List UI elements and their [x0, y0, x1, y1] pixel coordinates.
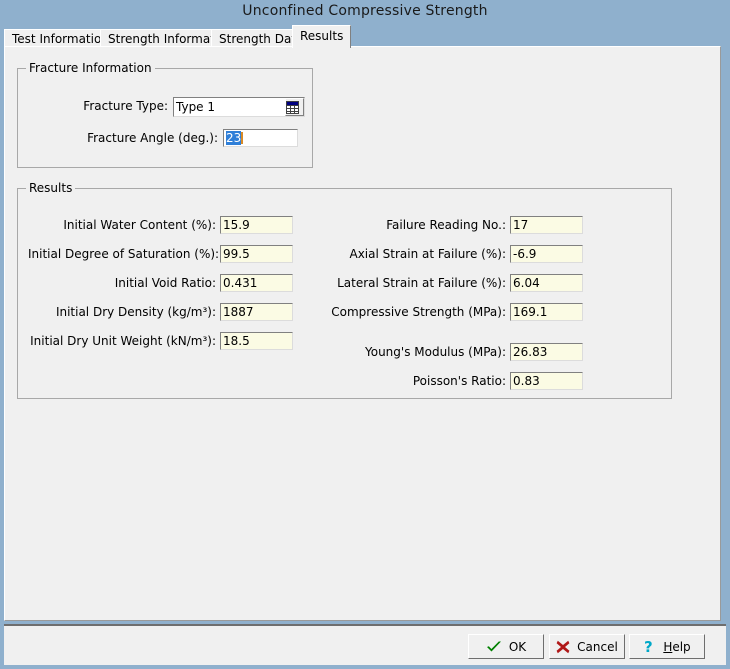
tab-bar: Test Information Strength Information St… [4, 25, 726, 47]
cancel-button-label: Cancel [577, 640, 618, 654]
dialog-window: Unconfined Compressive Strength Test Inf… [0, 0, 730, 669]
initial-degree-saturation-input[interactable]: 99.5 [220, 245, 293, 263]
failure-reading-no-input[interactable]: 17 [510, 216, 583, 234]
ok-button[interactable]: OK [468, 634, 544, 659]
compressive-strength-label: Compressive Strength (MPa): [318, 304, 506, 320]
tab-results[interactable]: Results [292, 25, 351, 48]
initial-water-content-input[interactable]: 15.9 [220, 216, 293, 234]
axial-strain-failure-label: Axial Strain at Failure (%): [318, 246, 506, 262]
fracture-angle-input[interactable]: 23 [223, 129, 298, 147]
failure-reading-no-label: Failure Reading No.: [318, 217, 506, 233]
initial-dry-density-label: Initial Dry Density (kg/m³): [28, 304, 216, 320]
fracture-information-group: Fracture Information Fracture Type: Type… [17, 68, 313, 168]
fracture-information-title: Fracture Information [26, 61, 155, 75]
grid-icon [286, 101, 303, 114]
fracture-angle-label: Fracture Angle (deg.): [28, 130, 218, 146]
fracture-type-picker-button[interactable] [285, 98, 304, 116]
question-icon: ? [643, 639, 656, 655]
lateral-strain-failure-label: Lateral Strain at Failure (%): [318, 275, 506, 291]
window-title: Unconfined Compressive Strength [0, 0, 730, 22]
results-group: Results Initial Water Content (%): Initi… [17, 188, 672, 399]
initial-void-ratio-input[interactable]: 0.431 [220, 274, 293, 292]
youngs-modulus-input[interactable]: 26.83 [510, 343, 583, 361]
help-button-rest: elp [672, 640, 690, 654]
dialog-button-bar: OK Cancel ? Help [4, 626, 726, 665]
results-title: Results [26, 181, 75, 195]
lateral-strain-failure-input[interactable]: 6.04 [510, 274, 583, 292]
compressive-strength-input[interactable]: 169.1 [510, 303, 583, 321]
text-caret [241, 132, 243, 144]
check-icon [486, 640, 502, 654]
youngs-modulus-label: Young's Modulus (MPa): [318, 344, 506, 360]
svg-text:?: ? [644, 639, 653, 655]
initial-water-content-label: Initial Water Content (%): [28, 217, 216, 233]
initial-dry-unit-weight-input[interactable]: 18.5 [220, 332, 293, 350]
ok-button-label: OK [509, 640, 526, 654]
cancel-button[interactable]: Cancel [549, 634, 625, 659]
help-button-label: Help [663, 640, 690, 654]
initial-void-ratio-label: Initial Void Ratio: [28, 275, 216, 291]
initial-dry-unit-weight-label: Initial Dry Unit Weight (kN/m³): [28, 333, 216, 349]
initial-degree-saturation-label: Initial Degree of Saturation (%): [28, 246, 216, 262]
initial-dry-density-input[interactable]: 1887 [220, 303, 293, 321]
poissons-ratio-label: Poisson's Ratio: [318, 373, 506, 389]
tab-content-panel: Fracture Information Fracture Type: Type… [4, 46, 721, 621]
help-button-mnemonic: H [663, 640, 672, 654]
axial-strain-failure-input[interactable]: -6.9 [510, 245, 583, 263]
poissons-ratio-input[interactable]: 0.83 [510, 372, 583, 390]
fracture-type-label: Fracture Type: [28, 98, 168, 114]
cross-icon [556, 640, 570, 654]
fracture-angle-value: 23 [226, 131, 241, 145]
help-button[interactable]: ? Help [629, 634, 705, 659]
